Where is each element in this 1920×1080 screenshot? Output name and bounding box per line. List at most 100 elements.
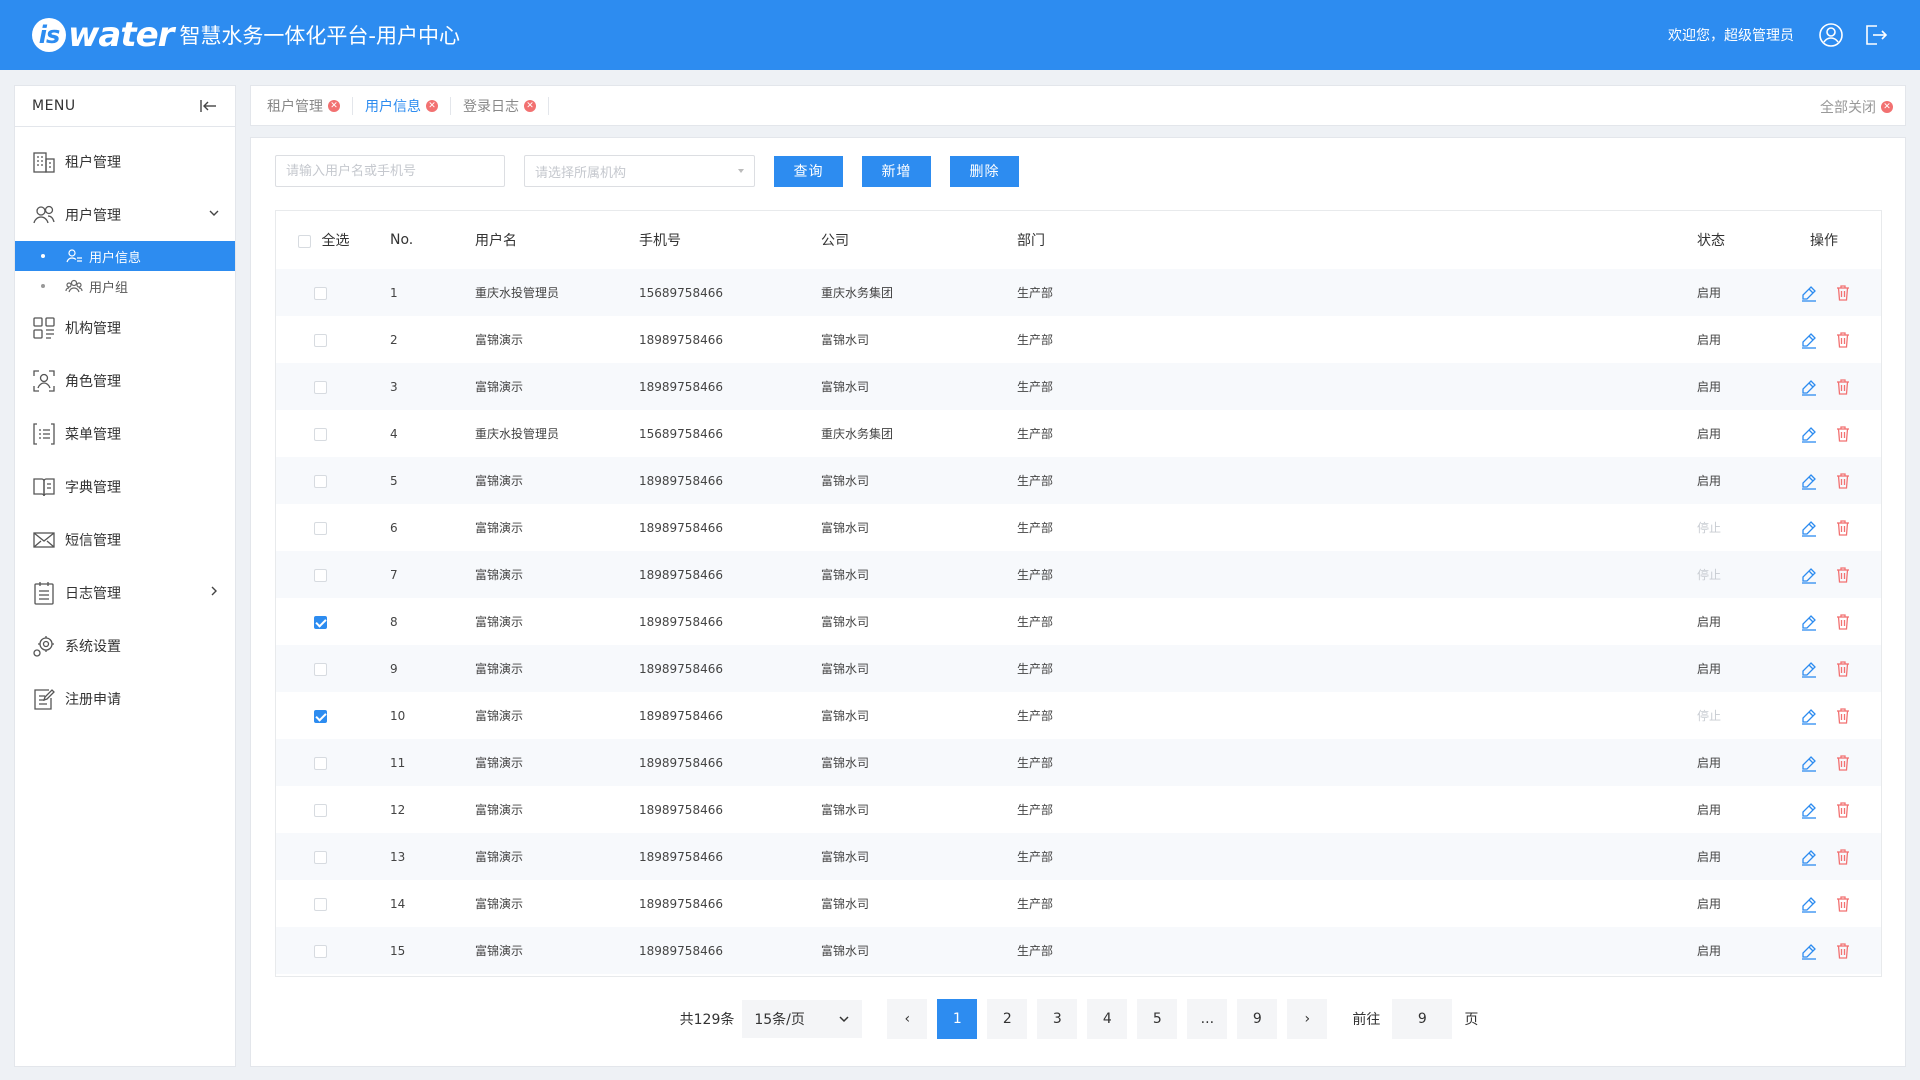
cell-company: 富锦水司 bbox=[821, 568, 870, 582]
page-button[interactable]: 5 bbox=[1137, 999, 1178, 1039]
collapse-menu-icon[interactable] bbox=[199, 99, 217, 113]
edit-icon[interactable] bbox=[1800, 707, 1818, 725]
row-checkbox[interactable] bbox=[314, 474, 327, 488]
cell-phone: 18989758466 bbox=[639, 332, 723, 347]
select-all-checkbox[interactable] bbox=[298, 234, 311, 248]
sidebar-item-tenant[interactable]: 租户管理 bbox=[15, 135, 235, 188]
delete-icon[interactable] bbox=[1834, 707, 1852, 725]
sidebar-item-log[interactable]: 日志管理 bbox=[15, 566, 235, 619]
row-checkbox[interactable] bbox=[314, 568, 327, 582]
edit-icon[interactable] bbox=[1800, 848, 1818, 866]
row-checkbox[interactable] bbox=[314, 427, 327, 441]
cell-department: 生产部 bbox=[1017, 897, 1054, 911]
sidebar-item-menu[interactable]: 菜单管理 bbox=[15, 407, 235, 460]
page-size-select[interactable]: 15条/页 bbox=[742, 1000, 863, 1038]
logout-icon[interactable] bbox=[1862, 22, 1888, 48]
delete-icon[interactable] bbox=[1834, 472, 1852, 490]
add-button[interactable]: 新增 bbox=[862, 155, 931, 187]
pagination: 共129条 15条/页 ‹ 12345...9 › 前往 页 bbox=[251, 999, 1907, 1039]
sidebar-subitem-user-info[interactable]: 用户信息 bbox=[15, 241, 235, 271]
sidebar-item-sms[interactable]: 短信管理 bbox=[15, 513, 235, 566]
edit-icon[interactable] bbox=[1800, 378, 1818, 396]
sidebar-item-users[interactable]: 用户管理 bbox=[15, 188, 235, 241]
sidebar-item-role[interactable]: 角色管理 bbox=[15, 354, 235, 407]
row-checkbox[interactable] bbox=[314, 944, 327, 958]
edit-icon[interactable] bbox=[1800, 425, 1818, 443]
goto-page-input[interactable] bbox=[1392, 999, 1453, 1039]
org-select[interactable]: 请选择所属机构 bbox=[524, 155, 755, 187]
delete-icon[interactable] bbox=[1834, 613, 1852, 631]
page-button[interactable]: 3 bbox=[1037, 999, 1078, 1039]
cell-username: 富锦演示 bbox=[475, 333, 524, 347]
page-button[interactable]: 9 bbox=[1237, 999, 1278, 1039]
sidebar-item-settings[interactable]: 系统设置 bbox=[15, 619, 235, 672]
edit-icon[interactable] bbox=[1800, 472, 1818, 490]
row-checkbox[interactable] bbox=[314, 286, 327, 300]
tab-tenant[interactable]: 租户管理 ✕ bbox=[267, 96, 353, 115]
cell-actions bbox=[1800, 786, 1881, 833]
page-button[interactable]: 1 bbox=[937, 999, 978, 1039]
row-checkbox[interactable] bbox=[314, 803, 327, 817]
sidebar-item-org[interactable]: 机构管理 bbox=[15, 301, 235, 354]
cell-department: 生产部 bbox=[1017, 850, 1054, 864]
delete-icon[interactable] bbox=[1834, 942, 1852, 960]
edit-icon[interactable] bbox=[1800, 660, 1818, 678]
query-button[interactable]: 查询 bbox=[774, 155, 843, 187]
edit-icon[interactable] bbox=[1800, 284, 1818, 302]
edit-icon[interactable] bbox=[1800, 942, 1818, 960]
delete-icon[interactable] bbox=[1834, 378, 1852, 396]
row-checkbox[interactable] bbox=[314, 897, 327, 911]
delete-icon[interactable] bbox=[1834, 566, 1852, 584]
edit-icon[interactable] bbox=[1800, 519, 1818, 537]
cell-company: 富锦水司 bbox=[821, 709, 870, 723]
row-checkbox[interactable] bbox=[314, 333, 327, 347]
edit-icon[interactable] bbox=[1800, 566, 1818, 584]
sidebar-item-register[interactable]: 注册申请 bbox=[15, 672, 235, 725]
delete-button[interactable]: 删除 bbox=[950, 155, 1019, 187]
next-page-button[interactable]: › bbox=[1287, 999, 1328, 1039]
search-input[interactable] bbox=[275, 155, 505, 187]
edit-icon[interactable] bbox=[1800, 895, 1818, 913]
page-button[interactable]: 2 bbox=[987, 999, 1028, 1039]
page-button[interactable]: 4 bbox=[1087, 999, 1128, 1039]
prev-page-button[interactable]: ‹ bbox=[887, 999, 928, 1039]
book-icon bbox=[30, 473, 58, 501]
row-checkbox[interactable] bbox=[314, 521, 327, 535]
cell-status: 启用 bbox=[1697, 474, 1722, 488]
caret-down-icon bbox=[738, 169, 744, 173]
tab-login-log[interactable]: 登录日志 ✕ bbox=[463, 96, 549, 115]
delete-icon[interactable] bbox=[1834, 754, 1852, 772]
user-profile-icon[interactable] bbox=[1818, 22, 1844, 48]
edit-icon[interactable] bbox=[1800, 613, 1818, 631]
edit-icon[interactable] bbox=[1800, 801, 1818, 819]
cell-status: 启用 bbox=[1697, 427, 1722, 441]
row-checkbox[interactable] bbox=[314, 615, 327, 629]
cell-phone: 18989758466 bbox=[639, 755, 723, 770]
row-select-cell bbox=[276, 363, 390, 410]
close-tab-icon[interactable]: ✕ bbox=[524, 99, 536, 112]
row-checkbox[interactable] bbox=[314, 662, 327, 676]
delete-icon[interactable] bbox=[1834, 519, 1852, 537]
cell-status: 停止 bbox=[1697, 568, 1722, 582]
users-icon bbox=[30, 201, 58, 229]
close-tab-icon[interactable]: ✕ bbox=[426, 99, 438, 112]
delete-icon[interactable] bbox=[1834, 425, 1852, 443]
delete-icon[interactable] bbox=[1834, 801, 1852, 819]
close-all-tabs-button[interactable]: 全部关闭 ✕ bbox=[1820, 97, 1893, 117]
sidebar-item-dictionary[interactable]: 字典管理 bbox=[15, 460, 235, 513]
row-checkbox[interactable] bbox=[314, 850, 327, 864]
page-ellipsis[interactable]: ... bbox=[1187, 999, 1228, 1039]
close-tab-icon[interactable]: ✕ bbox=[328, 99, 340, 112]
delete-icon[interactable] bbox=[1834, 331, 1852, 349]
delete-icon[interactable] bbox=[1834, 895, 1852, 913]
row-checkbox[interactable] bbox=[314, 709, 327, 723]
tab-user-info[interactable]: 用户信息 ✕ bbox=[365, 96, 451, 115]
row-checkbox[interactable] bbox=[314, 380, 327, 394]
delete-icon[interactable] bbox=[1834, 660, 1852, 678]
edit-icon[interactable] bbox=[1800, 754, 1818, 772]
delete-icon[interactable] bbox=[1834, 848, 1852, 866]
delete-icon[interactable] bbox=[1834, 284, 1852, 302]
sidebar-subitem-user-group[interactable]: 用户组 bbox=[15, 271, 235, 301]
row-checkbox[interactable] bbox=[314, 756, 327, 770]
edit-icon[interactable] bbox=[1800, 331, 1818, 349]
